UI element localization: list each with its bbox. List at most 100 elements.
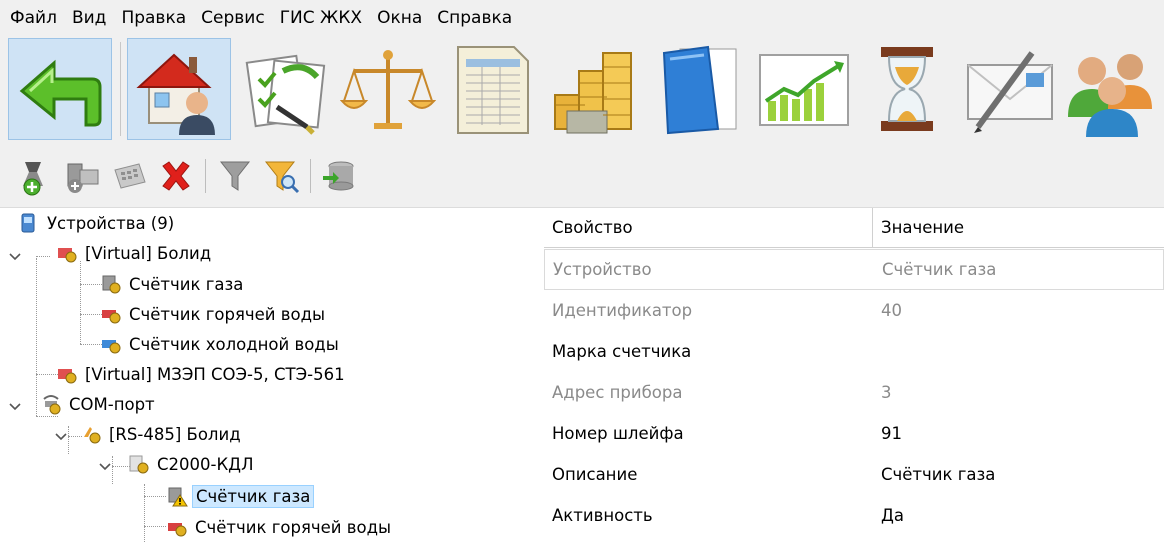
tree-node-label: COM-порт [69, 394, 155, 414]
property-value: Счётчик газа [882, 260, 997, 279]
tree-node-label: [RS-485] Болид [109, 424, 241, 444]
tree-node-label: [Virtual] Болид [85, 243, 212, 263]
tree-node-gas-meter-1[interactable]: Счётчик газа [100, 269, 246, 299]
chevron-down-icon[interactable] [98, 460, 112, 474]
property-name: Описание [552, 465, 638, 484]
add-device-button[interactable] [14, 155, 56, 197]
edit-documents-icon [245, 54, 326, 135]
menu-windows[interactable]: Окна [377, 8, 422, 28]
chevron-down-icon[interactable] [8, 250, 22, 264]
grid-header: Свойство Значение [544, 208, 1164, 248]
tree-node-c2000-kdl[interactable]: С2000-КДЛ [128, 449, 256, 479]
filter-search-icon [264, 161, 300, 194]
payments-button[interactable] [543, 38, 647, 140]
device-toolbar [0, 143, 1164, 208]
tree-node-hot-water-1[interactable]: Счётчик горячей воды [100, 299, 328, 329]
spreadsheet-icon [457, 46, 529, 134]
objects-button[interactable] [127, 38, 231, 140]
property-row[interactable]: Марка счетчика [544, 331, 1164, 372]
delete-icon [162, 161, 190, 191]
property-name: Номер шлейфа [552, 424, 684, 443]
menu-service[interactable]: Сервис [201, 8, 265, 28]
tree-node-label: Счётчик горячей воды [129, 304, 326, 324]
chevron-down-icon[interactable] [8, 400, 22, 414]
column-header-value[interactable]: Значение [873, 208, 1164, 248]
menu-edit[interactable]: Правка [121, 8, 186, 28]
tree-node-rs485-bolid[interactable]: [RS-485] Болид [80, 419, 244, 449]
property-name: Марка счетчика [552, 342, 692, 361]
tree-node-label: [Virtual] МЗЭП СОЭ-5, СТЭ-561 [85, 364, 345, 384]
export-button[interactable] [318, 155, 360, 197]
device-tree[interactable]: Устройства (9) [Virtual] Болид Счётчик г… [0, 208, 540, 542]
menu-bar: Файл Вид Правка Сервис ГИС ЖКХ Окна Спра… [0, 0, 1164, 36]
menu-file[interactable]: Файл [10, 8, 57, 28]
reports-button[interactable] [752, 38, 856, 140]
property-row[interactable]: Описание Счётчик газа [544, 454, 1164, 495]
calculator-icon [114, 163, 146, 189]
property-row[interactable]: Устройство Счётчик газа [544, 249, 1164, 290]
main-toolbar [0, 36, 1164, 143]
mail-pen-icon [967, 51, 1053, 133]
virtual-device-icon [58, 248, 77, 263]
hot-water-meter-icon [168, 523, 187, 537]
history-button[interactable] [855, 38, 959, 140]
tree-node-gas-meter-2[interactable]: Счётчик газа [166, 481, 315, 511]
house-user-icon [136, 53, 215, 135]
add-computer-icon [67, 163, 99, 193]
property-value: 3 [881, 383, 892, 402]
tree-node-virtual-mzep[interactable]: [Virtual] МЗЭП СОЭ-5, СТЭ-561 [56, 359, 348, 389]
tree-root[interactable]: Устройства (9) [18, 208, 177, 238]
property-name: Идентификатор [552, 301, 693, 320]
menu-view[interactable]: Вид [72, 8, 106, 28]
property-value[interactable]: 91 [881, 424, 902, 443]
controller-icon [129, 455, 149, 474]
scales-icon [340, 50, 436, 129]
gas-meter-icon [102, 275, 121, 294]
tree-node-cold-water-1[interactable]: Счётчик холодной воды [100, 329, 342, 359]
property-value[interactable]: Счётчик газа [881, 465, 995, 484]
coins-icon [554, 52, 632, 134]
hot-water-meter-icon [102, 310, 121, 324]
balance-button[interactable] [336, 38, 440, 140]
gas-meter-warning-icon [168, 487, 188, 507]
users-icon [1068, 54, 1152, 137]
com-port-icon [43, 395, 61, 415]
property-value[interactable]: Да [881, 506, 904, 525]
property-name: Устройство [553, 260, 652, 279]
filter-icon [219, 161, 251, 191]
tree-node-com-port[interactable]: COM-порт [40, 389, 158, 419]
tree-node-hot-water-2[interactable]: Счётчик горячей воды [166, 512, 394, 542]
hourglass-icon [881, 47, 933, 131]
add-computer-button[interactable] [61, 155, 103, 197]
back-arrow-icon [19, 59, 102, 127]
menu-gis-zhkh[interactable]: ГИС ЖКХ [280, 8, 362, 28]
add-device-icon [23, 162, 43, 196]
filter-button[interactable] [214, 155, 256, 197]
filter-search-button[interactable] [261, 155, 303, 197]
folder-button[interactable] [648, 38, 752, 140]
users-button[interactable] [1058, 38, 1162, 140]
column-header-property[interactable]: Свойство [544, 208, 873, 248]
virtual-device-icon [58, 369, 77, 384]
cold-water-meter-icon [102, 340, 121, 354]
database-export-icon [323, 161, 354, 191]
property-row[interactable]: Активность Да [544, 495, 1164, 536]
tree-node-label: Счётчик горячей воды [195, 517, 392, 537]
property-row[interactable]: Адрес прибора 3 [544, 372, 1164, 413]
property-row[interactable]: Номер шлейфа 91 [544, 413, 1164, 454]
delete-button[interactable] [155, 155, 197, 197]
registry-button[interactable] [440, 38, 544, 140]
rs485-icon [84, 427, 101, 444]
tree-node-virtual-bolid[interactable]: [Virtual] Болид [56, 238, 214, 268]
calculate-button[interactable] [108, 155, 150, 197]
tree-node-label-selected: Счётчик газа [192, 484, 315, 508]
tree-node-label: Счётчик холодной воды [129, 334, 339, 354]
tree-node-label: С2000-КДЛ [157, 454, 254, 474]
documents-button[interactable] [233, 38, 337, 140]
menu-help[interactable]: Справка [437, 8, 512, 28]
messages-button[interactable] [958, 38, 1062, 140]
property-row[interactable]: Идентификатор 40 [544, 290, 1164, 331]
growth-chart-icon [759, 54, 849, 126]
chevron-down-icon[interactable] [54, 430, 68, 444]
back-button[interactable] [8, 38, 112, 140]
